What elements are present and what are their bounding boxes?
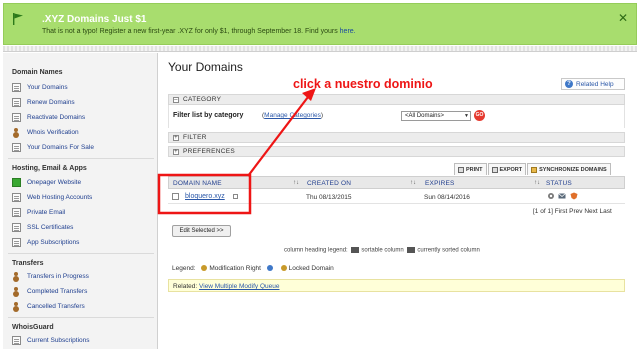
related-bar: Related: View Multiple Modify Queue (168, 279, 625, 292)
checkmark-icon (12, 178, 21, 187)
mail-icon[interactable] (558, 192, 566, 200)
annotation-text: click a nuestro dominio (293, 77, 433, 91)
filter-section-header[interactable]: + FILTER (168, 132, 625, 143)
banner-link[interactable]: here. (340, 28, 356, 35)
page-title: Your Domains (168, 60, 243, 74)
shield-icon[interactable] (570, 192, 578, 200)
sidebar-item-renew-domains[interactable]: Renew Domains (12, 97, 75, 108)
category-section-header[interactable]: – CATEGORY (168, 94, 625, 105)
domain-link[interactable]: bloquero.xyz (185, 193, 225, 200)
column-created-on[interactable]: CREATED ON (307, 180, 351, 187)
pager-prev[interactable]: Prev (569, 208, 582, 215)
shield-icon (12, 336, 21, 345)
created-date: Thu 08/13/2015 (306, 194, 352, 201)
table-toolbar: PRINT EXPORT SYNCHRONIZE DOMAINS (453, 163, 611, 175)
column-legend: column heading legend: sortable column c… (284, 247, 480, 254)
table-header: DOMAIN NAME ↑↓ CREATED ON ↑↓ EXPIRES ↑↓ … (168, 176, 625, 189)
pager-last[interactable]: Last (600, 208, 612, 215)
printer-icon (458, 166, 464, 173)
divider-bar (3, 46, 637, 52)
sidebar: Domain Names Your Domains Renew Domains … (3, 53, 158, 349)
sidebar-section-title: WhoisGuard (12, 324, 54, 331)
go-button[interactable]: GO (474, 110, 485, 121)
flag-icon (13, 13, 23, 25)
sidebar-divider (8, 253, 154, 254)
category-select[interactable]: <All Domains> ▼ (401, 111, 471, 121)
synchronize-button[interactable]: SYNCHRONIZE DOMAINS (527, 163, 611, 175)
sidebar-item-reactivate-domains[interactable]: Reactivate Domains (12, 112, 85, 123)
banner-title: .XYZ Domains Just $1 (42, 14, 147, 25)
document-icon (12, 98, 21, 107)
collapse-icon: – (173, 96, 179, 103)
pagination: [1 of 1] First Prev Next Last (533, 208, 612, 215)
person-icon (12, 302, 21, 311)
promo-banner: .XYZ Domains Just $1 That is not a typo!… (3, 3, 637, 45)
sorted-icon (407, 247, 416, 253)
column-status[interactable]: STATUS (546, 180, 572, 187)
column-expires[interactable]: EXPIRES (425, 180, 455, 187)
person-icon (12, 128, 21, 137)
sidebar-item-domains-for-sale[interactable]: Your Domains For Sale (12, 142, 94, 153)
help-icon: ? (565, 80, 573, 88)
edit-selected-button[interactable]: Edit Selected >> (172, 225, 231, 237)
status-legend: Legend: Modification Right Locked Domain (172, 265, 334, 272)
info-icon (266, 265, 273, 272)
sortable-icon (351, 247, 360, 253)
sidebar-item-your-domains[interactable]: Your Domains (12, 82, 68, 93)
sort-icon[interactable]: ↑↓ (410, 180, 416, 186)
chevron-down-icon: ▼ (464, 113, 469, 119)
close-icon[interactable]: ✕ (618, 11, 628, 25)
sidebar-item-current-subscriptions[interactable]: Current Subscriptions (12, 335, 90, 346)
sidebar-divider (8, 317, 154, 318)
column-domain-name[interactable]: DOMAIN NAME (173, 180, 222, 187)
envelope-icon (12, 208, 21, 217)
row-checkbox[interactable] (172, 193, 179, 200)
sidebar-item-web-hosting[interactable]: Web Hosting Accounts (12, 192, 92, 203)
document-icon (12, 143, 21, 152)
export-button[interactable]: EXPORT (487, 163, 527, 175)
document-icon (12, 113, 21, 122)
sidebar-item-cancelled-transfers[interactable]: Cancelled Transfers (12, 301, 85, 312)
pager-first[interactable]: First (555, 208, 568, 215)
related-help-button[interactable]: ? Related Help (561, 78, 625, 90)
certificate-icon (12, 223, 21, 232)
preferences-section-header[interactable]: + PREFERENCES (168, 146, 625, 157)
expand-icon: + (173, 134, 179, 141)
lock-icon (280, 265, 287, 272)
sidebar-item-onepager-website[interactable]: Onepager Website (12, 177, 81, 188)
filter-label: Filter list by category (173, 112, 244, 119)
sidebar-section-title: Transfers (12, 260, 44, 267)
pager-next[interactable]: Next (584, 208, 597, 215)
export-icon (491, 166, 498, 173)
person-icon (12, 272, 21, 281)
sidebar-section-title: Hosting, Email & Apps (12, 165, 87, 172)
sort-icon[interactable]: ↑↓ (293, 180, 299, 186)
edit-icon[interactable] (233, 194, 238, 199)
filter-row: Filter list by category (Manage Categori… (168, 105, 625, 128)
server-icon (12, 193, 21, 202)
sidebar-item-completed-transfers[interactable]: Completed Transfers (12, 286, 87, 297)
modify-queue-link[interactable]: View Multiple Modify Queue (199, 283, 279, 290)
settings-icon[interactable] (547, 192, 555, 200)
print-button[interactable]: PRINT (454, 163, 487, 175)
sidebar-item-app-subscriptions[interactable]: App Subscriptions (12, 237, 79, 248)
app-icon (12, 238, 21, 247)
modification-icon (201, 265, 208, 272)
sort-icon[interactable]: ↑↓ (534, 180, 540, 186)
sidebar-divider (8, 158, 154, 159)
sync-icon (531, 166, 538, 173)
expires-date: Sun 08/14/2016 (424, 194, 470, 201)
manage-categories-link[interactable]: Manage Categories (264, 112, 321, 119)
sidebar-section-title: Domain Names (12, 69, 63, 76)
document-icon (12, 83, 21, 92)
sidebar-item-private-email[interactable]: Private Email (12, 207, 65, 218)
expand-icon: + (173, 148, 179, 155)
sidebar-item-whois-verification[interactable]: Whois Verification (12, 127, 79, 138)
banner-message: That is not a typo! Register a new first… (42, 28, 356, 35)
table-row: bloquero.xyz Thu 08/13/2015 Sun 08/14/20… (168, 190, 625, 204)
sidebar-item-ssl-certificates[interactable]: SSL Certificates (12, 222, 73, 233)
sidebar-item-transfers-in-progress[interactable]: Transfers in Progress (12, 271, 89, 282)
person-icon (12, 287, 21, 296)
manage-categories: (Manage Categories) (262, 112, 324, 119)
